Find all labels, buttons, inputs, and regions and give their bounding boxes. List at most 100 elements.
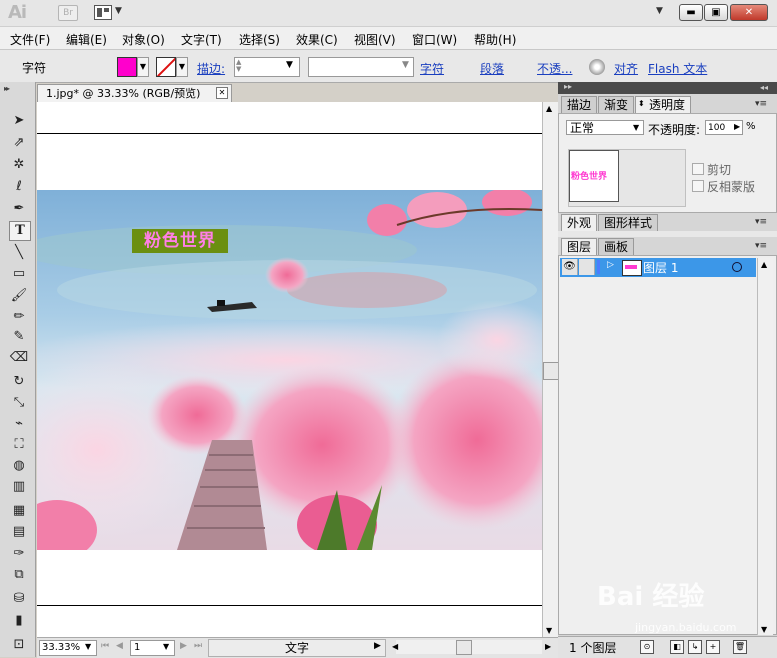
gradient-tool-icon[interactable]: ▤: [9, 523, 29, 541]
layers-scroll-down-icon[interactable]: ▼: [761, 625, 767, 634]
scroll-right-icon[interactable]: ▶: [545, 642, 551, 651]
stroke-none-swatch[interactable]: [156, 57, 176, 77]
type-object[interactable]: 粉色世界: [132, 229, 228, 253]
restore-button[interactable]: ▣: [704, 4, 728, 21]
vertical-scroll-thumb[interactable]: [543, 362, 559, 380]
bridge-button[interactable]: Br: [58, 5, 78, 21]
character-link[interactable]: 字符: [420, 60, 444, 77]
pencil-tool-icon[interactable]: ✏: [9, 308, 29, 326]
minimize-button[interactable]: ▬: [679, 4, 703, 21]
chevron-down-icon[interactable]: ▼: [115, 6, 122, 16]
blend-tool-icon[interactable]: ⧉: [9, 566, 29, 584]
delete-layer-icon[interactable]: 🗑: [733, 640, 747, 654]
scroll-left-icon[interactable]: ◀: [392, 642, 398, 651]
pen-tool-icon[interactable]: ✒: [9, 200, 29, 218]
tab-close-icon[interactable]: ✕: [216, 87, 228, 99]
tab-layers[interactable]: 图层: [561, 238, 598, 255]
make-clipping-mask-icon[interactable]: ◧: [670, 640, 684, 654]
first-artboard-icon[interactable]: ⏮: [101, 641, 109, 651]
layers-scroll-up-icon[interactable]: ▲: [761, 260, 767, 269]
new-sublayer-icon[interactable]: ↳: [688, 640, 702, 654]
scroll-up-icon[interactable]: ▲: [546, 104, 552, 113]
scale-tool-icon[interactable]: ⤡: [9, 394, 29, 412]
shape-builder-tool-icon[interactable]: ◍: [9, 457, 29, 475]
last-artboard-icon[interactable]: ⏭: [194, 641, 202, 651]
new-layer-icon[interactable]: +: [706, 640, 720, 654]
eyedropper-tool-icon[interactable]: ✑: [9, 545, 29, 563]
status-menu-arrow-icon[interactable]: ▶: [374, 641, 381, 651]
line-tool-icon[interactable]: ╲: [9, 244, 29, 262]
graph-tool-icon[interactable]: ▥: [9, 478, 29, 496]
status-tool-menu[interactable]: 文字: [208, 639, 386, 657]
menu-edit[interactable]: 编辑(E): [66, 31, 107, 48]
lock-toggle[interactable]: [579, 259, 595, 275]
tab-stroke[interactable]: 描边: [561, 96, 598, 113]
menu-type[interactable]: 文字(T): [181, 31, 222, 48]
rectangle-tool-icon[interactable]: ▭: [9, 265, 29, 283]
tab-gradient[interactable]: 渐变: [598, 96, 635, 113]
menu-help[interactable]: 帮助(H): [474, 31, 516, 48]
symbol-sprayer-tool-icon[interactable]: ⛁: [9, 590, 29, 608]
layer-target-icon[interactable]: [732, 262, 742, 272]
menu-effect[interactable]: 效果(C): [296, 31, 338, 48]
flash-text-link[interactable]: Flash 文本: [648, 60, 707, 77]
zoom-chevron-down-icon[interactable]: ▼: [85, 642, 91, 651]
paragraph-link[interactable]: 段落: [480, 60, 504, 77]
opacity-link[interactable]: 不透...: [537, 60, 572, 77]
opacity-arrow-icon[interactable]: ▶: [734, 122, 740, 131]
dock-collapse-icon[interactable]: ▸▸: [564, 82, 572, 91]
stroke-link[interactable]: 描边:: [197, 60, 225, 77]
appearance-menu-icon[interactable]: ▾≡: [755, 217, 767, 227]
stroke-chevron-down-icon[interactable]: ▼: [176, 57, 188, 77]
clip-checkbox[interactable]: [692, 163, 704, 175]
stroke-spinner-icon[interactable]: ▲ ▼: [236, 59, 241, 73]
artboard-chevron-down-icon[interactable]: ▼: [163, 642, 169, 651]
close-button[interactable]: ✕: [730, 4, 768, 21]
tab-graphic-styles[interactable]: 图形样式: [598, 214, 659, 231]
tab-appearance[interactable]: 外观: [561, 214, 598, 231]
magic-wand-tool-icon[interactable]: ✲: [9, 156, 29, 174]
tab-artboards[interactable]: 画板: [598, 238, 635, 255]
locate-object-icon[interactable]: ⊙: [640, 640, 654, 654]
expand-triangle-icon[interactable]: ▷: [607, 260, 614, 270]
next-artboard-icon[interactable]: ▶: [180, 641, 187, 651]
lasso-tool-icon[interactable]: ℓ: [9, 178, 29, 196]
blend-mode-chevron-down-icon[interactable]: ▼: [633, 123, 639, 132]
placed-image[interactable]: [37, 190, 542, 550]
fill-color-swatch[interactable]: [117, 57, 137, 77]
style-chevron-down-icon[interactable]: ▼: [402, 60, 409, 70]
horizontal-scroll-thumb[interactable]: [456, 640, 472, 655]
scroll-down-icon[interactable]: ▼: [546, 626, 552, 635]
free-transform-tool-icon[interactable]: ⛶: [9, 436, 29, 454]
menu-window[interactable]: 窗口(W): [412, 31, 457, 48]
type-tool-icon[interactable]: T: [9, 221, 31, 241]
dock-expand-icon[interactable]: ◂◂: [760, 83, 768, 92]
menu-object[interactable]: 对象(O): [122, 31, 165, 48]
stroke-weight-chevron-down-icon[interactable]: ▼: [286, 60, 293, 70]
dock-header[interactable]: [558, 82, 777, 94]
direct-selection-tool-icon[interactable]: ⇗: [9, 134, 29, 152]
style-field[interactable]: [308, 57, 414, 77]
layers-menu-icon[interactable]: ▾≡: [755, 241, 767, 251]
blob-brush-tool-icon[interactable]: ✎: [9, 328, 29, 346]
align-link[interactable]: 对齐: [614, 60, 638, 77]
artboard-tool-icon[interactable]: ⊡: [9, 636, 29, 654]
arrange-documents-icon[interactable]: [94, 5, 112, 20]
warp-tool-icon[interactable]: ⌁: [9, 415, 29, 433]
document-tab[interactable]: 1.jpg* @ 33.33% (RGB/预览): [37, 84, 232, 102]
menu-view[interactable]: 视图(V): [354, 31, 396, 48]
eraser-tool-icon[interactable]: ⌫: [9, 349, 29, 367]
menu-select[interactable]: 选择(S): [239, 31, 280, 48]
mesh-tool-icon[interactable]: ▦: [9, 502, 29, 520]
layer-name[interactable]: 图层 1: [643, 259, 678, 276]
workspace-chevron-down-icon[interactable]: ▼: [656, 6, 663, 16]
menu-file[interactable]: 文件(F): [10, 31, 50, 48]
paintbrush-tool-icon[interactable]: 🖌: [9, 287, 29, 305]
column-graph-tool-icon[interactable]: ▮: [9, 612, 29, 630]
previous-artboard-icon[interactable]: ◀: [116, 641, 123, 651]
invert-mask-checkbox[interactable]: [692, 180, 704, 192]
rotate-tool-icon[interactable]: ↻: [9, 373, 29, 391]
recolor-icon[interactable]: [589, 59, 605, 75]
fill-chevron-down-icon[interactable]: ▼: [137, 57, 149, 77]
panel-menu-icon[interactable]: ▾≡: [755, 99, 767, 109]
